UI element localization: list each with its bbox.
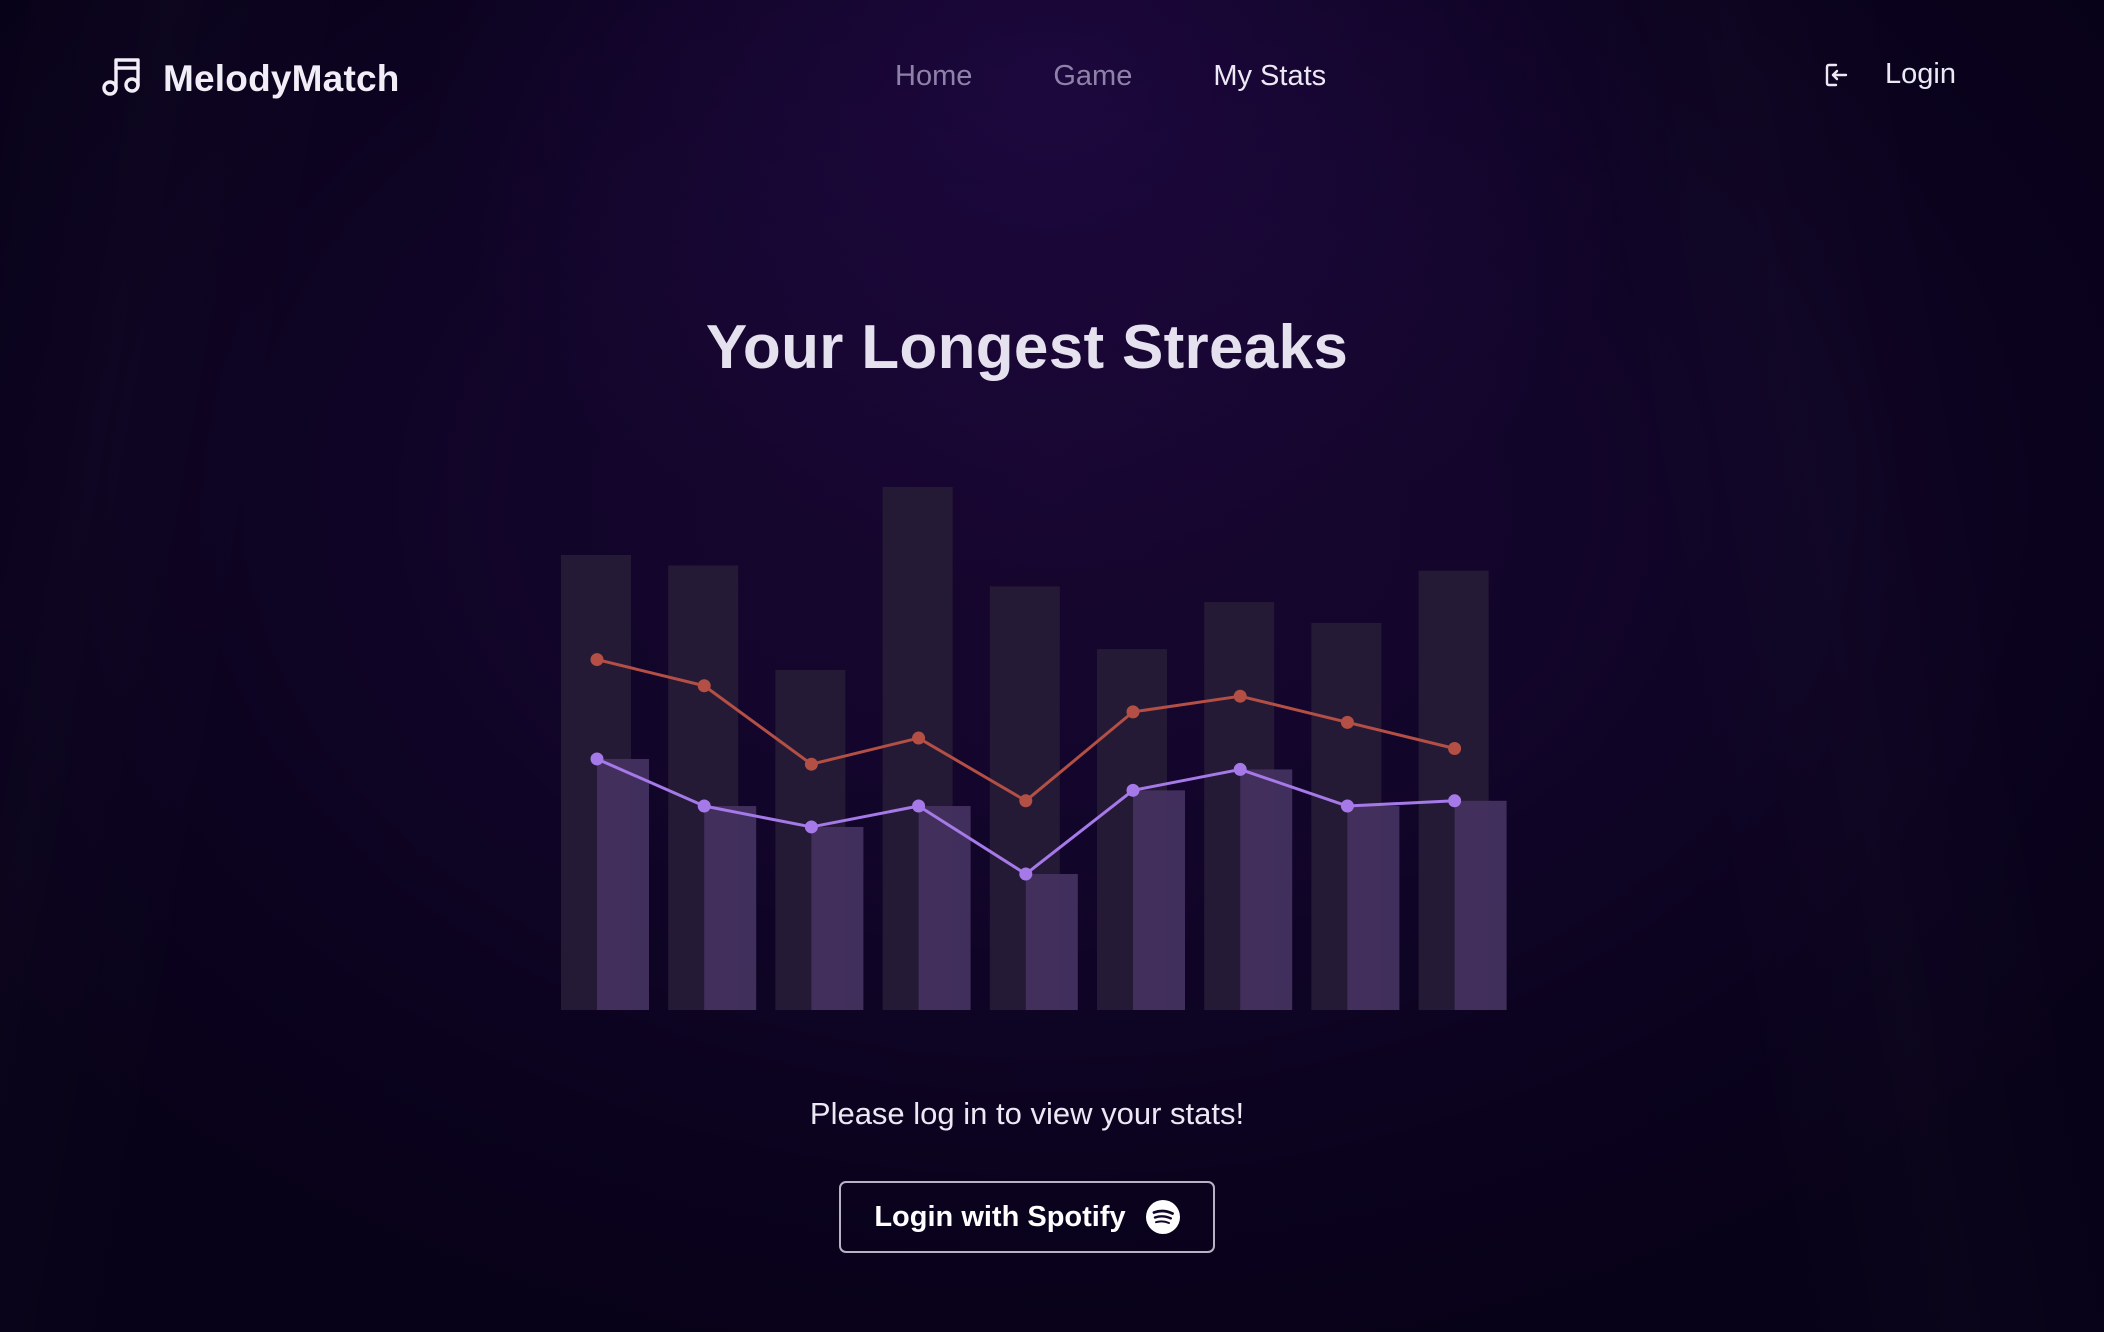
chart-point: [1019, 794, 1033, 808]
chart-bar-front: [1133, 790, 1185, 1010]
chart-bar-back: [775, 670, 846, 1010]
chart-bar-front: [597, 758, 649, 1010]
chart-point: [1019, 867, 1033, 881]
login-label: Login: [1885, 58, 1956, 90]
chart-point: [697, 799, 711, 813]
chart-point: [1233, 689, 1247, 703]
chart-bar-back: [882, 487, 953, 1010]
chart-point: [1126, 783, 1140, 797]
chart-point: [1448, 794, 1462, 808]
chart-series-line: [596, 658, 1455, 803]
chart-point: [1340, 715, 1354, 729]
music-note-icon: [102, 58, 140, 96]
chart-bar-front: [1240, 769, 1293, 1010]
chart-point: [1340, 799, 1354, 813]
spotify-icon: [1145, 1200, 1180, 1234]
chart-bar-front: [1025, 874, 1078, 1010]
chart-bar-back: [561, 554, 631, 1010]
chart-point: [912, 731, 926, 745]
chart-point: [804, 820, 818, 834]
brand-logo[interactable]: MelodyMatch: [100, 54, 400, 99]
chart-bar-back: [1097, 649, 1167, 1010]
chart-point: [804, 757, 818, 771]
chart-series-line: [596, 757, 1455, 876]
chart-point: [1126, 705, 1140, 719]
background-light-beams: [0, 0, 2104, 1332]
chart-bar-back: [1204, 602, 1275, 1010]
login-arrow-icon: [1825, 63, 1848, 86]
chart-bar-front: [704, 806, 757, 1010]
chart-bar-back: [668, 565, 739, 1010]
nav-my-stats[interactable]: My Stats: [1213, 60, 1326, 93]
chart-point: [1233, 762, 1247, 776]
chart-bar-front: [811, 826, 864, 1010]
login-link[interactable]: Login: [1822, 58, 1956, 91]
chart-point: [590, 752, 604, 766]
nav-game[interactable]: Game: [1053, 60, 1132, 93]
streaks-chart: [561, 487, 1507, 1010]
chart-bar-back: [989, 586, 1060, 1010]
brand-name: MelodyMatch: [163, 58, 400, 99]
chart-bar-back: [1311, 622, 1382, 1010]
nav-home[interactable]: Home: [895, 60, 972, 93]
chart-bar-back: [1418, 570, 1489, 1010]
top-navbar: MelodyMatch Home Game My Stats Login: [0, 0, 2104, 160]
spotify-button-label: Login with Spotify: [874, 1200, 1126, 1233]
login-with-spotify-button[interactable]: Login with Spotify: [839, 1181, 1215, 1253]
main-nav: Home Game My Stats: [895, 60, 1326, 93]
chart-bar-front: [1347, 806, 1400, 1010]
chart-point: [590, 653, 604, 667]
chart-point: [1448, 742, 1462, 755]
login-prompt-message: Please log in to view your stats!: [809, 1096, 1245, 1131]
chart-bar-front: [1454, 800, 1507, 1010]
page-title: Your Longest Streaks: [705, 313, 1349, 382]
chart-point: [912, 799, 926, 813]
chart-bar-front: [918, 806, 971, 1010]
chart-point: [697, 679, 711, 693]
